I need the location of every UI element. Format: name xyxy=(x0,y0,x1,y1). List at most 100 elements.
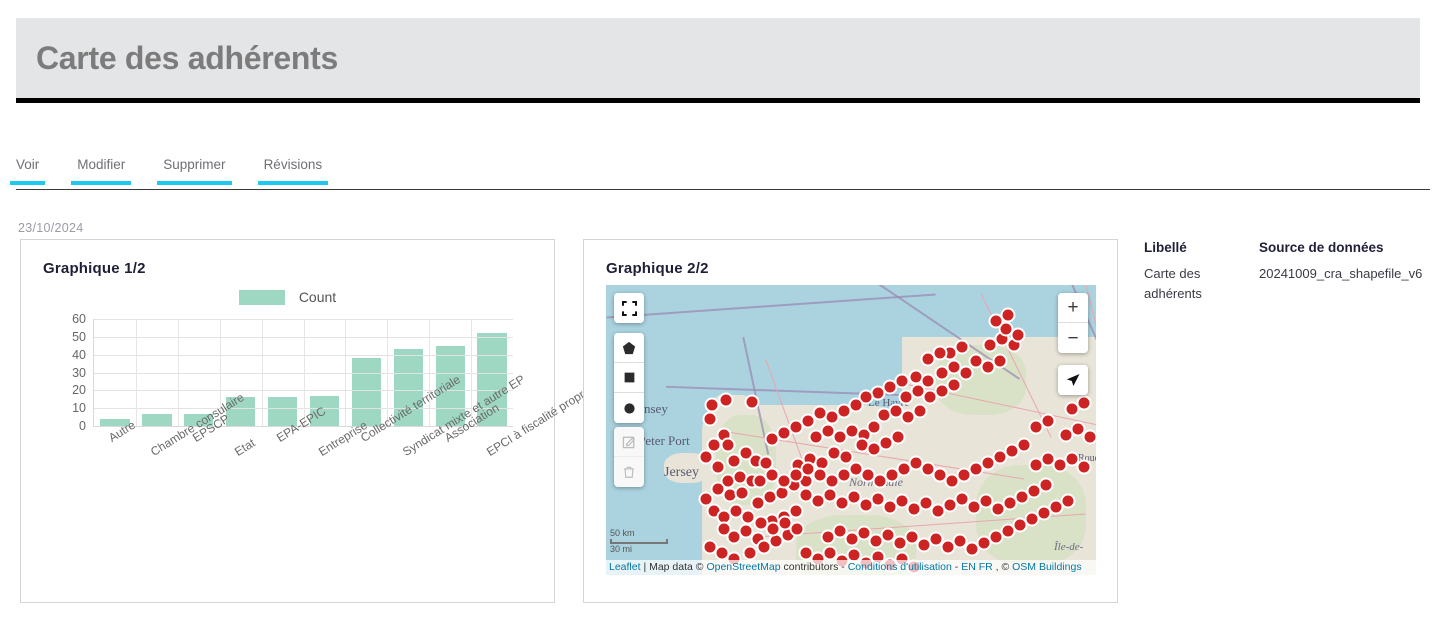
map-marker[interactable] xyxy=(912,403,928,419)
circle-icon[interactable] xyxy=(614,393,644,423)
map-marker[interactable] xyxy=(752,473,768,489)
legend-label-count: Count xyxy=(298,289,337,305)
page-header: Carte des adhérents xyxy=(16,18,1420,103)
tab-voir[interactable]: Voir xyxy=(9,155,46,185)
chart-legend: Count xyxy=(21,289,554,305)
rectangle-icon[interactable] xyxy=(614,363,644,393)
map-marker[interactable] xyxy=(764,431,780,447)
map-marker[interactable] xyxy=(720,437,736,453)
chart-x-axis-labels: Autre Chambre consulaire EPSCP Etat EPA-EPIC… xyxy=(93,372,593,541)
map-marker[interactable] xyxy=(710,459,726,475)
edit-icon[interactable] xyxy=(614,427,644,457)
tab-revisions[interactable]: Révisions xyxy=(257,155,328,185)
fullscreen-control[interactable] xyxy=(614,293,644,323)
map-label-jersey: Jersey xyxy=(664,465,699,480)
map-marker[interactable] xyxy=(789,521,805,537)
polygon-icon[interactable] xyxy=(614,333,644,363)
legend-swatch-count xyxy=(238,289,285,305)
map-marker[interactable] xyxy=(932,345,948,361)
chart-y-tick: 0 xyxy=(79,419,86,433)
tab-bar: Voir Modifier Supprimer Révisions xyxy=(9,155,1430,190)
scale-metric: 50 km xyxy=(610,528,635,538)
leaflet-map[interactable]: Guernsey St Peter Port Jersey Le Havre N… xyxy=(606,285,1096,575)
edit-toolbar[interactable] xyxy=(614,427,644,487)
map-marker[interactable] xyxy=(1040,413,1056,429)
chart-vgridline xyxy=(261,319,263,426)
chart-y-tick: 40 xyxy=(72,347,86,362)
map-marker[interactable] xyxy=(958,365,974,381)
osm-link[interactable]: OpenStreetMap xyxy=(706,561,780,573)
map-marker[interactable] xyxy=(704,397,720,413)
page-title: Carte des adhérents xyxy=(36,39,338,76)
map-marker[interactable] xyxy=(1060,493,1076,509)
terms-link[interactable]: Conditions d'utilisation xyxy=(848,561,952,573)
bar-chart: Count 0 10 20 30 40 50 60 Autre Chambre consula… xyxy=(21,285,593,595)
chart-y-tick: 50 xyxy=(72,329,86,344)
chart-vgridline xyxy=(429,319,431,426)
map-marker[interactable] xyxy=(920,373,936,389)
metadata-column-libelle: Libellé Carte des adhérents xyxy=(1144,240,1259,304)
metadata-heading-source: Source de données xyxy=(1259,240,1384,255)
attr-dash: - xyxy=(951,561,962,573)
chart-x-tick: Etat xyxy=(231,435,258,459)
draw-toolbar[interactable] xyxy=(614,333,644,423)
map-attribution: Leaflet | Map data © OpenStreetMap contr… xyxy=(606,560,1096,575)
locate-arrow-icon[interactable] xyxy=(1058,365,1088,395)
chart-bar[interactable] xyxy=(142,413,172,426)
tab-modifier[interactable]: Modifier xyxy=(71,155,132,185)
chart-plot-area: 0 10 20 30 40 50 60 xyxy=(72,312,513,433)
map-marker[interactable] xyxy=(702,411,718,427)
map-marker[interactable] xyxy=(1076,459,1092,475)
chart-vgridline xyxy=(135,319,137,426)
map-marker[interactable] xyxy=(734,485,750,501)
metadata-value-libelle: Carte des adhérents xyxy=(1144,266,1202,301)
map-marker[interactable] xyxy=(744,394,760,410)
map-marker[interactable] xyxy=(742,545,758,561)
map-label-ile-de-france: Île-de- xyxy=(1054,541,1084,553)
metadata-block: Libellé Carte des adhérents Source de do… xyxy=(1144,240,1446,304)
chart-panel-title: Graphique 1/2 xyxy=(43,260,146,277)
map-marker[interactable] xyxy=(788,503,804,519)
attr-sep: | xyxy=(640,561,650,573)
chart-vgridline xyxy=(177,319,179,426)
map-marker[interactable] xyxy=(1000,307,1016,323)
scale-imperial: 30 mi xyxy=(610,544,633,554)
zoom-in-button[interactable]: + xyxy=(1058,293,1088,323)
map-panel: Graphique 2/2 Guernsey St Peter Port Jer… xyxy=(583,239,1118,603)
attr-comma: , © xyxy=(992,561,1013,573)
chart-vgridline xyxy=(387,319,389,426)
zoom-out-button[interactable]: − xyxy=(1058,323,1088,353)
attr-contributors: contributors - xyxy=(780,561,848,573)
map-marker[interactable] xyxy=(866,419,882,435)
map-marker[interactable] xyxy=(890,429,906,445)
chart-bar[interactable] xyxy=(351,358,382,426)
metadata-value-source: 20241009_cra_shapefile_v6 xyxy=(1259,266,1423,281)
locate-control[interactable] xyxy=(1058,365,1088,395)
map-scale-bar: 50 km 30 mi xyxy=(610,528,668,555)
chart-vgridline xyxy=(345,319,347,426)
map-panel-title: Graphique 2/2 xyxy=(606,260,709,277)
map-marker[interactable] xyxy=(992,353,1008,369)
map-marker[interactable] xyxy=(1082,429,1096,445)
leaflet-link[interactable]: Leaflet xyxy=(609,561,641,573)
osm-buildings-link[interactable]: OSM Buildings xyxy=(1012,561,1081,573)
chart-y-tick: 30 xyxy=(72,365,86,380)
metadata-column-source: Source de données 20241009_cra_shapefile… xyxy=(1259,240,1446,304)
attr-mapdata: Map data © xyxy=(649,561,707,573)
map-marker[interactable] xyxy=(1010,327,1026,343)
map-marker[interactable] xyxy=(954,339,970,355)
chart-panel: Graphique 1/2 Count 0 10 20 30 40 50 60 Autre C… xyxy=(20,239,593,603)
map-marker[interactable] xyxy=(946,377,962,393)
chart-vgridline xyxy=(303,319,305,426)
fullscreen-icon[interactable] xyxy=(614,293,644,323)
lang-en-link[interactable]: EN xyxy=(961,561,976,573)
trash-icon[interactable] xyxy=(614,457,644,487)
zoom-control[interactable]: + − xyxy=(1058,293,1088,353)
map-marker[interactable] xyxy=(1038,477,1054,493)
chart-y-tick: 10 xyxy=(72,401,86,416)
map-marker[interactable] xyxy=(1076,395,1092,411)
lang-fr-link[interactable]: FR xyxy=(979,561,993,573)
tab-supprimer[interactable]: Supprimer xyxy=(157,155,232,185)
revision-date: 23/10/2024 xyxy=(18,221,84,235)
map-marker[interactable] xyxy=(718,392,734,408)
